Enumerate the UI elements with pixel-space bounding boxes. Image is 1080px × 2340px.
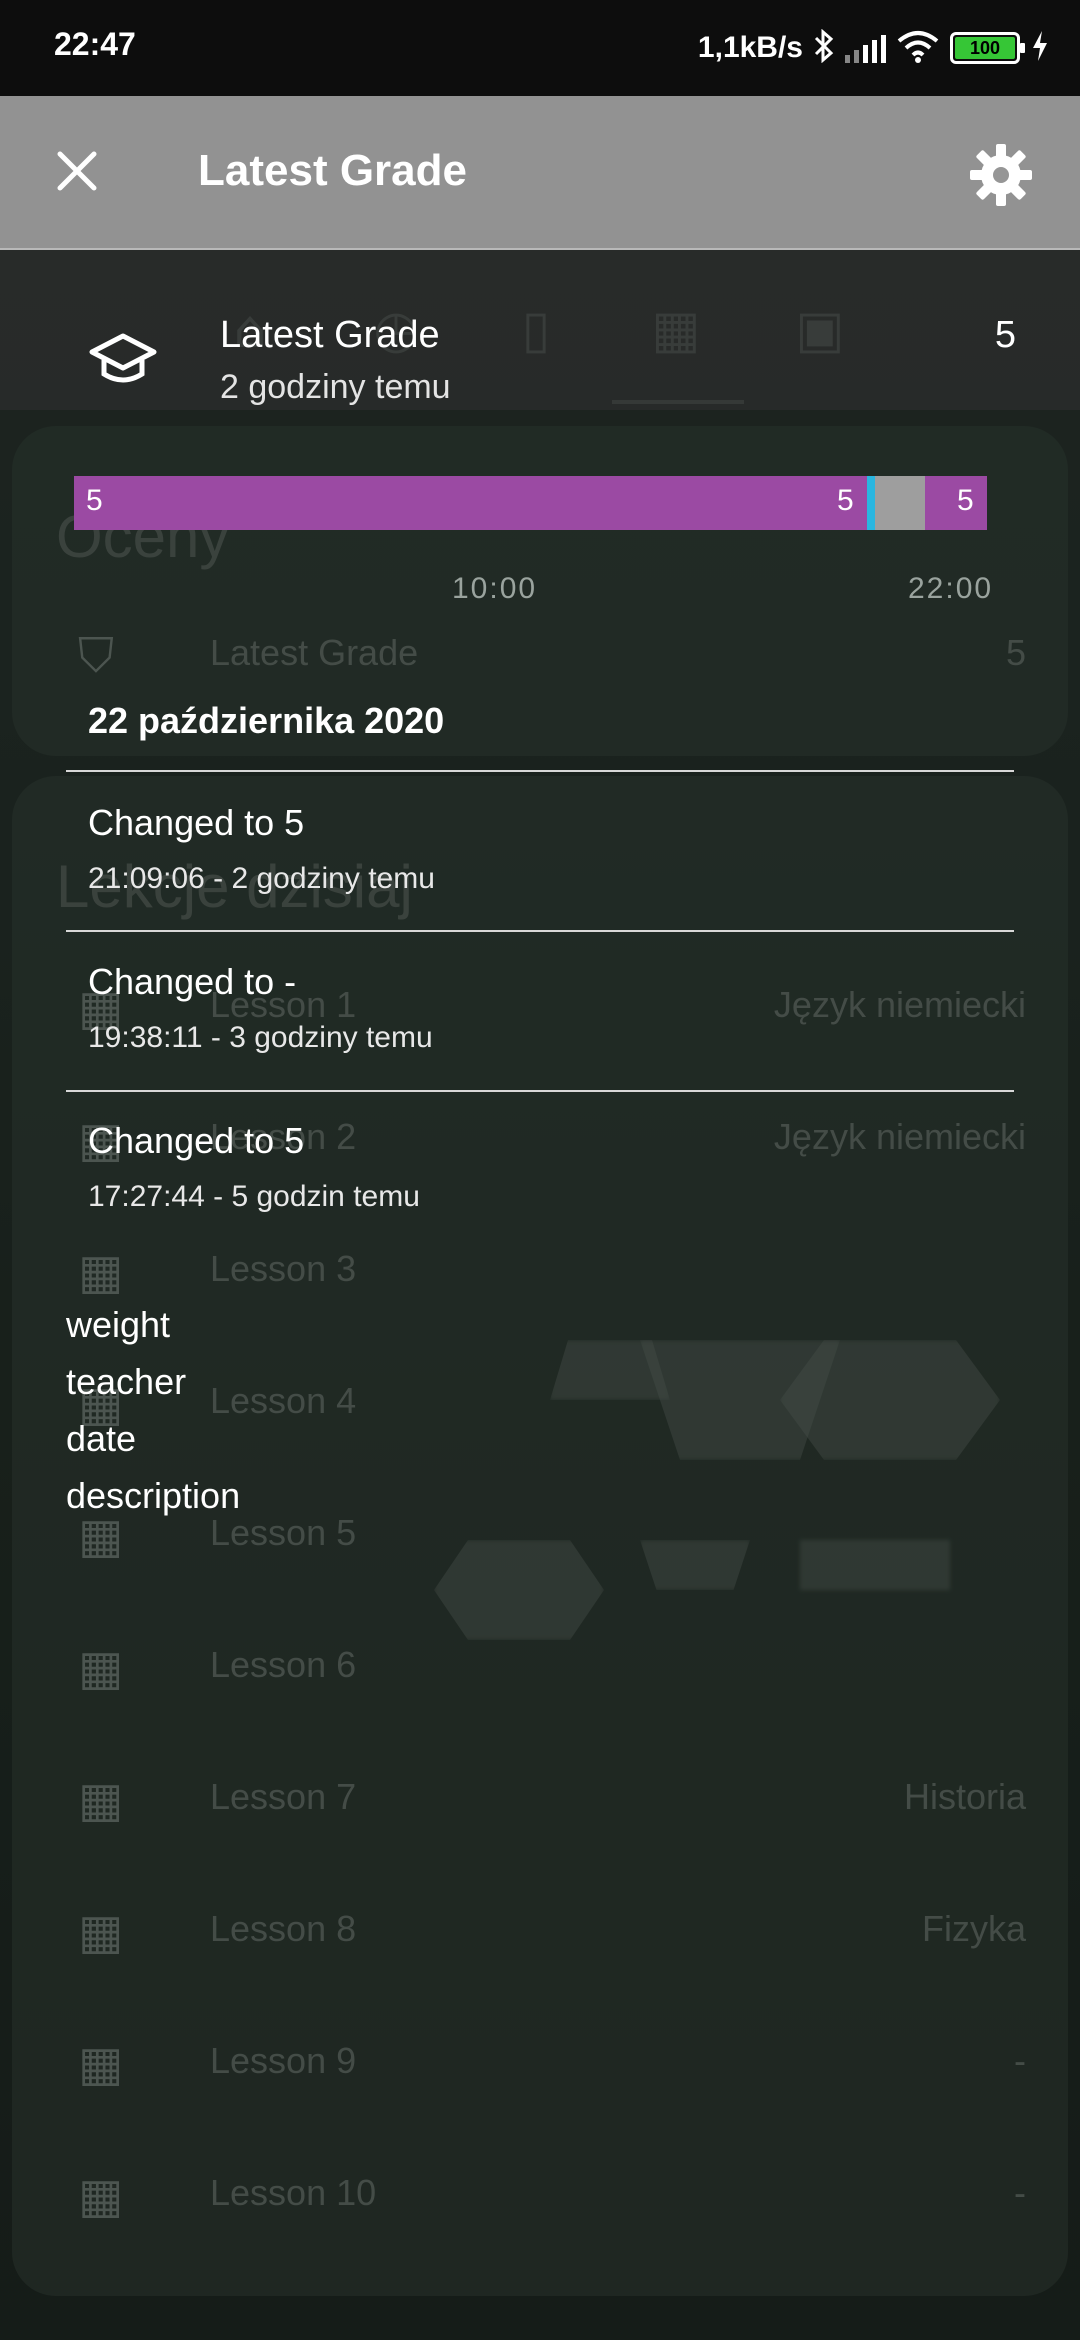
settings-button[interactable] [966, 140, 1036, 210]
timeline-segment [867, 476, 875, 530]
grade-header[interactable]: Latest Grade 2 godziny temu 5 [0, 250, 1080, 410]
history-item: Changed to 5 21:09:06 - 2 godziny temu [0, 802, 1080, 958]
dialog-app-bar: Latest Grade [0, 96, 1080, 250]
network-speed: 1,1kB/s [697, 31, 803, 64]
divider [66, 1090, 1014, 1092]
history-change: Changed to 5 [88, 802, 305, 843]
detail-date: date [66, 1418, 137, 1459]
close-button[interactable] [40, 134, 114, 208]
bluetooth-icon [813, 28, 835, 68]
timeline-segment: 5 [74, 476, 785, 530]
history-change: Changed to 5 [88, 1120, 305, 1161]
grade-timeline: 5 5 5 [74, 476, 988, 530]
timeline-segment-label: 5 [86, 484, 103, 517]
status-icons: 1,1kB/s 100 [698, 24, 1050, 72]
dialog-scrim [0, 250, 1080, 2340]
date-heading: 22 października 2020 [88, 700, 445, 741]
wifi-icon [896, 29, 940, 68]
signal-icon [845, 33, 886, 63]
grade-details: weight teacher date description [66, 1296, 240, 1524]
detail-description: description [66, 1475, 241, 1516]
grade-relative-time: 2 godziny temu [220, 368, 451, 406]
graduation-cap-icon [88, 330, 158, 390]
history-time: 21:09:06 - 2 godziny temu [88, 862, 435, 895]
charging-icon [1030, 29, 1050, 68]
gear-icon [970, 144, 1032, 206]
history-change: Changed to - [88, 961, 297, 1002]
close-icon [57, 151, 97, 191]
screen: ⌂ ◷ ▯ ▦ ▣ Oceny ⛉ Latest Grade 5 Lekcje … [0, 0, 1080, 2340]
dialog-title: Latest Grade [198, 146, 467, 195]
timeline-label-start: 10:00 [452, 572, 538, 605]
grade-value: 5 [994, 314, 1016, 356]
history-item: Changed to 5 17:27:44 - 5 godzin temu [0, 1120, 1080, 1276]
detail-weight: weight [66, 1304, 171, 1345]
battery-icon: 100 [950, 32, 1025, 64]
status-bar: 22:47 1,1kB/s 100 [0, 0, 1080, 96]
detail-teacher: teacher [66, 1361, 187, 1402]
timeline-segment: 5 [925, 476, 987, 530]
history-time: 17:27:44 - 5 godzin temu [88, 1180, 420, 1213]
divider [66, 930, 1014, 932]
timeline-label-end: 22:00 [908, 572, 994, 605]
timeline-segment-label: 5 [837, 484, 854, 517]
history-item: Changed to - 19:38:11 - 3 godziny temu [0, 961, 1080, 1117]
history-time: 19:38:11 - 3 godziny temu [88, 1021, 433, 1054]
battery-level: 100 [955, 37, 1015, 59]
grade-name: Latest Grade [220, 314, 440, 356]
divider [66, 770, 1014, 772]
timeline-segment [875, 476, 925, 530]
timeline-segment-label: 5 [957, 484, 974, 517]
timeline-segment: 5 [785, 476, 867, 530]
status-time: 22:47 [54, 26, 136, 62]
